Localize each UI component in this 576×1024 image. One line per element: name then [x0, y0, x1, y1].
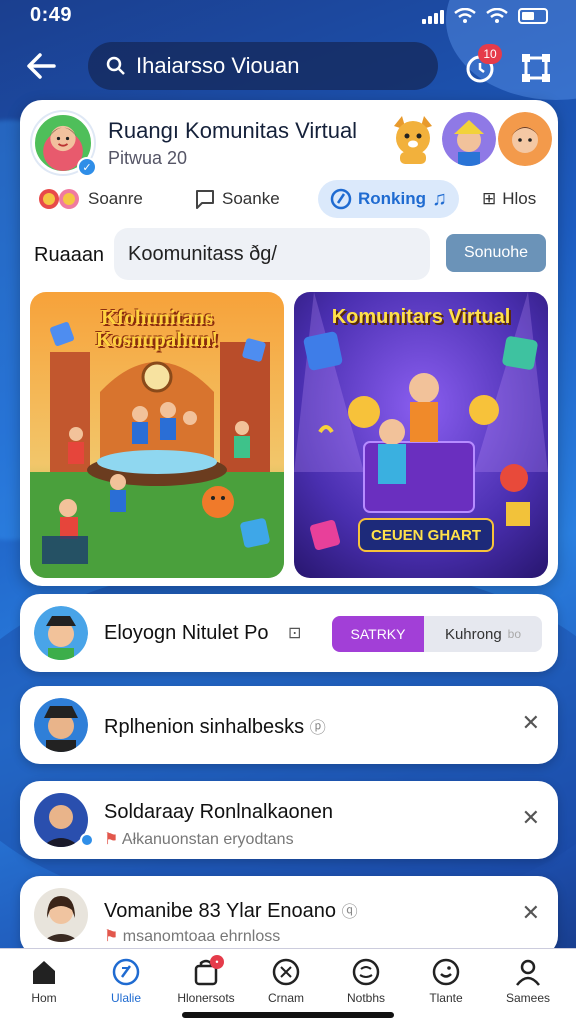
nav-item-samees[interactable]: Samees: [488, 957, 568, 1005]
primary-action-button[interactable]: SATRKY: [332, 616, 424, 652]
search-query: Ihaiarsso Viouan: [136, 53, 300, 78]
search-button[interactable]: Sonuohe: [446, 234, 546, 272]
verified-icon: ✓: [77, 157, 97, 177]
status-bar: 0:49: [0, 0, 576, 34]
wifi-icon: [486, 8, 508, 23]
smile-icon: [432, 958, 460, 986]
tab-soanke[interactable]: Soanke: [194, 180, 280, 218]
nav-label: Samees: [505, 991, 551, 1005]
close-icon[interactable]: ✕: [522, 805, 540, 831]
signal-icon: [422, 8, 444, 24]
dog-mascot-icon: [394, 116, 432, 164]
home-icon: [33, 961, 55, 984]
verified-icon: [80, 833, 94, 847]
chat-bubble-icon: ⓟ: [309, 720, 326, 737]
person-icon: [516, 959, 540, 986]
nav-label: Tlante: [429, 991, 463, 1005]
close-icon[interactable]: ✕: [522, 710, 540, 736]
nav-badge: •: [210, 955, 224, 969]
secondary-action-extra: bo: [507, 627, 522, 641]
wifi-icon: [454, 8, 476, 23]
community-tabs: Soanre Soanke Ronking ♫ ⊞ Hlos: [36, 180, 546, 220]
nav-item-crnam[interactable]: Crnam: [246, 957, 326, 1005]
tab-label: Ronking: [358, 189, 426, 208]
list-item-subtitle: ⚑ Ałkanuonstan eryodtans: [104, 829, 294, 849]
nav-label: Crnam: [267, 991, 304, 1005]
emoji-icon: [39, 189, 79, 209]
nav-label: Ulalie: [110, 991, 141, 1005]
close-icon[interactable]: ✕: [522, 900, 540, 926]
room-input[interactable]: Koomunitass ðg/: [114, 228, 430, 280]
character-avatar[interactable]: [442, 112, 496, 166]
clock-icon: [272, 958, 300, 986]
tab-ronking[interactable]: Ronking ♫: [318, 180, 459, 218]
nav-label: Hlonersots: [177, 991, 235, 1005]
list-item[interactable]: Eloyogn Nitulet Po ⊡ SATRKY Kuhrong bo: [20, 594, 558, 672]
tag-icon: ⚑: [104, 831, 122, 848]
character-avatar[interactable]: [498, 112, 552, 166]
status-icons: [422, 8, 548, 24]
list-item[interactable]: Vomanibe 83 Ylar Enoano ⓠ ⚑ msanomtoaa e…: [20, 876, 558, 956]
avatar: [34, 888, 88, 942]
nav-item-tlante[interactable]: Tlante: [406, 957, 486, 1005]
search-icon: ⓠ: [341, 904, 358, 921]
music-icon: [330, 188, 352, 210]
list-item-name-text: Vomanibe 83 Ylar Enoano: [104, 900, 337, 922]
home-indicator[interactable]: [182, 1012, 394, 1018]
nav-label: Hom: [31, 991, 57, 1005]
back-arrow-icon[interactable]: [24, 50, 60, 82]
search-bar[interactable]: Ihaiarsso Viouan: [88, 42, 438, 90]
chat-icon: [196, 190, 214, 209]
image-right-title: Komunitars Virtual: [331, 306, 511, 328]
list-item-subtitle: ⚑ msanomtoaa ehrnloss: [104, 926, 280, 946]
nav-label: Notbhs: [346, 991, 386, 1005]
top-bar: Ihaiarsso Viouan 10: [0, 40, 576, 94]
list-item-name: Eloyogn Nitulet Po: [104, 622, 269, 644]
link-icon: ⊞: [482, 189, 497, 208]
list-item-name: Vomanibe 83 Ylar Enoano ⓠ: [104, 898, 358, 923]
globe-icon: [352, 958, 380, 986]
secondary-action-label: Kuhrong: [444, 625, 502, 643]
avatar: [34, 606, 88, 660]
community-card: ✓ Ruangı Komunitas Virtual Pitwua 20 Soa…: [20, 100, 558, 586]
image-left-title: Kfohunitans Kosnupahun!: [95, 305, 219, 352]
tab-soanre[interactable]: Soanre: [38, 180, 143, 218]
avatar: [34, 698, 88, 752]
tab-label: Soanke: [222, 189, 280, 208]
message-icon: ⊡: [288, 625, 302, 642]
community-title: Ruangı Komunitas Virtual: [108, 118, 358, 143]
clock: 0:49: [30, 4, 73, 26]
notification-badge: 10: [478, 44, 502, 64]
crop-frame-icon[interactable]: [520, 52, 552, 84]
nav-item-ulalie[interactable]: Ulalie: [86, 957, 166, 1005]
music-note-icon: ♫: [432, 187, 447, 210]
nav-item-home[interactable]: Hom: [4, 957, 84, 1005]
community-image-right[interactable]: Komunitars Virtual CEUEN GHART: [294, 292, 548, 578]
list-item-subtitle-text: Ałkanuonstan eryodtans: [121, 831, 294, 848]
search-icon: [106, 56, 125, 75]
list-item-subtitle-text: msanomtoaa ehrnloss: [122, 928, 281, 945]
list-item[interactable]: Soldaraay Ronlnalkaonen ⚑ Ałkanuonstan e…: [20, 781, 558, 859]
nav-item-notbhs[interactable]: Notbhs: [326, 957, 406, 1005]
list-item-name: Soldaraay Ronlnalkaonen: [104, 801, 334, 823]
tab-label: Soanre: [88, 189, 143, 208]
battery-icon: [518, 8, 548, 24]
list-item[interactable]: Rplhenion sinhalbesks ⓟ ✕: [20, 686, 558, 764]
play-icon: [112, 958, 140, 986]
list-item-name-text: Rplhenion sinhalbesks: [104, 716, 305, 738]
room-label: Ruaaan: [34, 244, 105, 266]
list-item-name: Rplhenion sinhalbesks ⓟ: [104, 714, 326, 739]
community-subtitle: Pitwua 20: [108, 148, 188, 168]
tab-hlos[interactable]: ⊞ Hlos: [482, 180, 536, 218]
tab-label: Hlos: [502, 189, 537, 208]
nav-item-hlonersots[interactable]: • Hlonersots: [166, 955, 246, 1005]
tag-icon: ⚑: [104, 928, 123, 945]
secondary-action-button[interactable]: Kuhrong bo: [424, 616, 542, 652]
community-image-left[interactable]: Kfohunitans Kosnupahun!: [30, 292, 284, 578]
image-right-badge[interactable]: CEUEN GHART: [358, 518, 494, 552]
